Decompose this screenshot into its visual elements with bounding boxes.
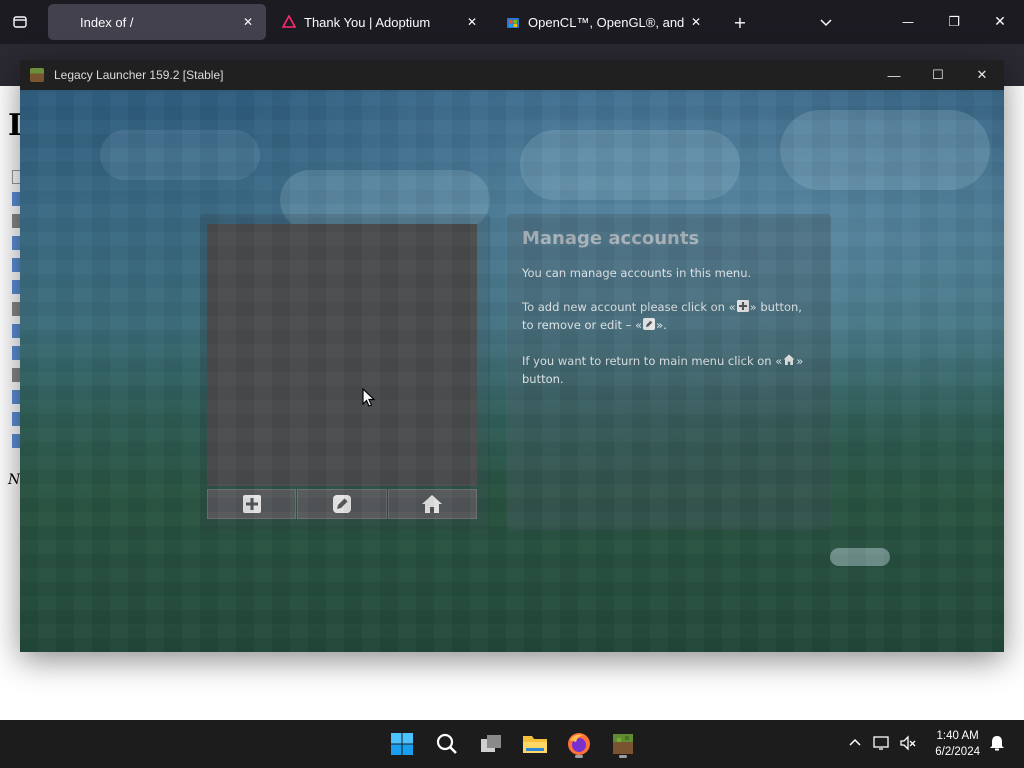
browser-close-button[interactable]: ✕ — [980, 0, 1020, 44]
background-cloud — [280, 170, 490, 230]
volume-status[interactable] — [899, 734, 917, 752]
tab-list-button[interactable] — [0, 0, 40, 44]
tab-index[interactable]: Index of / ✕ — [48, 4, 266, 40]
clock-date: 6/2/2024 — [935, 746, 980, 758]
add-account-button[interactable] — [207, 489, 297, 519]
browser-minimize-button[interactable]: — — [888, 0, 928, 44]
background-cloud — [780, 110, 990, 190]
firefox-button[interactable] — [563, 728, 595, 760]
browser-maximize-button[interactable]: ❐ — [934, 0, 974, 44]
launcher-window-title: Legacy Launcher 159.2 [Stable] — [54, 68, 224, 82]
tab-title: OpenCL™, OpenGL®, and Vulk — [528, 14, 688, 30]
new-tab-button[interactable]: + — [720, 0, 760, 44]
launcher-background: Manage accounts You can manage accounts … — [20, 90, 1004, 652]
volume-muted-icon — [900, 735, 916, 751]
background-cloud — [100, 130, 260, 180]
tab-opencl[interactable]: OpenCL™, OpenGL®, and Vulk ✕ — [496, 4, 714, 40]
system-clock[interactable]: 1:40 AM 6/2/2024 — [935, 728, 980, 760]
manage-info-panel: Manage accounts You can manage accounts … — [507, 214, 831, 530]
network-icon — [873, 736, 889, 750]
tab-title: Index of / — [80, 14, 134, 30]
minecraft-launcher-icon — [613, 734, 633, 754]
adoptium-icon — [282, 15, 296, 29]
home-icon — [422, 495, 443, 513]
add-icon — [736, 300, 749, 312]
chevron-down-icon — [820, 19, 832, 27]
page-footer: N — [8, 472, 21, 488]
running-indicator — [619, 755, 627, 758]
home-button[interactable] — [387, 489, 477, 519]
edit-icon — [332, 495, 351, 513]
launcher-title-bar[interactable]: Legacy Launcher 159.2 [Stable] — ☐ ✕ — [20, 60, 1004, 90]
launcher-app-icon — [30, 68, 44, 82]
launcher-maximize-button[interactable]: ☐ — [916, 60, 960, 90]
start-button[interactable] — [386, 728, 418, 760]
file-explorer-button[interactable] — [519, 728, 551, 760]
background-cloud — [520, 130, 740, 200]
accounts-panel — [200, 214, 490, 530]
chevron-up-icon — [849, 738, 861, 746]
running-indicator — [575, 755, 583, 758]
notifications-button[interactable] — [988, 734, 1006, 752]
edit-icon — [643, 318, 656, 330]
minecraft-launcher-button[interactable] — [607, 728, 639, 760]
list-all-tabs-button[interactable] — [806, 0, 846, 44]
clock-time: 1:40 AM — [936, 730, 979, 742]
home-icon — [783, 354, 795, 365]
tab-list-icon — [13, 16, 27, 28]
manage-intro: You can manage accounts in this menu. — [522, 266, 752, 280]
file-explorer-icon — [523, 736, 547, 753]
accounts-toolbar — [207, 489, 477, 519]
mouse-cursor-icon — [362, 388, 376, 407]
search-button[interactable] — [431, 728, 463, 760]
manage-return-instructions: If you want to return to main menu click… — [522, 352, 812, 388]
edit-account-button[interactable] — [297, 489, 387, 519]
page-icon — [58, 15, 72, 29]
close-tab-icon[interactable]: ✕ — [240, 15, 256, 29]
close-tab-icon[interactable]: ✕ — [688, 15, 704, 29]
show-hidden-icons-button[interactable] — [846, 734, 864, 752]
text: If you want to return to main menu click… — [522, 354, 783, 368]
close-tab-icon[interactable]: ✕ — [464, 15, 480, 29]
search-icon — [436, 733, 457, 754]
tab-adoptium[interactable]: Thank You | Adoptium ✕ — [272, 4, 490, 40]
text: » button. — [522, 354, 804, 386]
task-view-button[interactable] — [475, 728, 507, 760]
browser-tab-bar: Index of / ✕ Thank You | Adoptium ✕ Open… — [0, 0, 1024, 44]
add-icon — [242, 495, 261, 513]
text: ». — [656, 318, 667, 332]
tab-title: Thank You | Adoptium — [304, 14, 431, 30]
microsoft-store-icon — [506, 15, 520, 29]
manage-title: Manage accounts — [522, 228, 700, 249]
launcher-window: Legacy Launcher 159.2 [Stable] — ☐ ✕ Man… — [20, 60, 1004, 652]
taskbar: 1:40 AM 6/2/2024 — [0, 720, 1024, 768]
background-fish — [830, 548, 890, 566]
notification-bell-icon — [990, 736, 1004, 751]
task-view-icon — [481, 735, 501, 752]
launcher-close-button[interactable]: ✕ — [960, 60, 1004, 90]
network-status[interactable] — [873, 734, 891, 752]
launcher-minimize-button[interactable]: — — [872, 60, 916, 90]
text: » button, to remove or edit – « — [522, 300, 802, 332]
text: To add new account please click on « — [522, 300, 736, 314]
windows-start-icon — [391, 733, 413, 755]
accounts-list[interactable] — [207, 224, 477, 486]
firefox-icon — [568, 733, 590, 755]
manage-add-instructions: To add new account please click on «» bu… — [522, 298, 812, 334]
